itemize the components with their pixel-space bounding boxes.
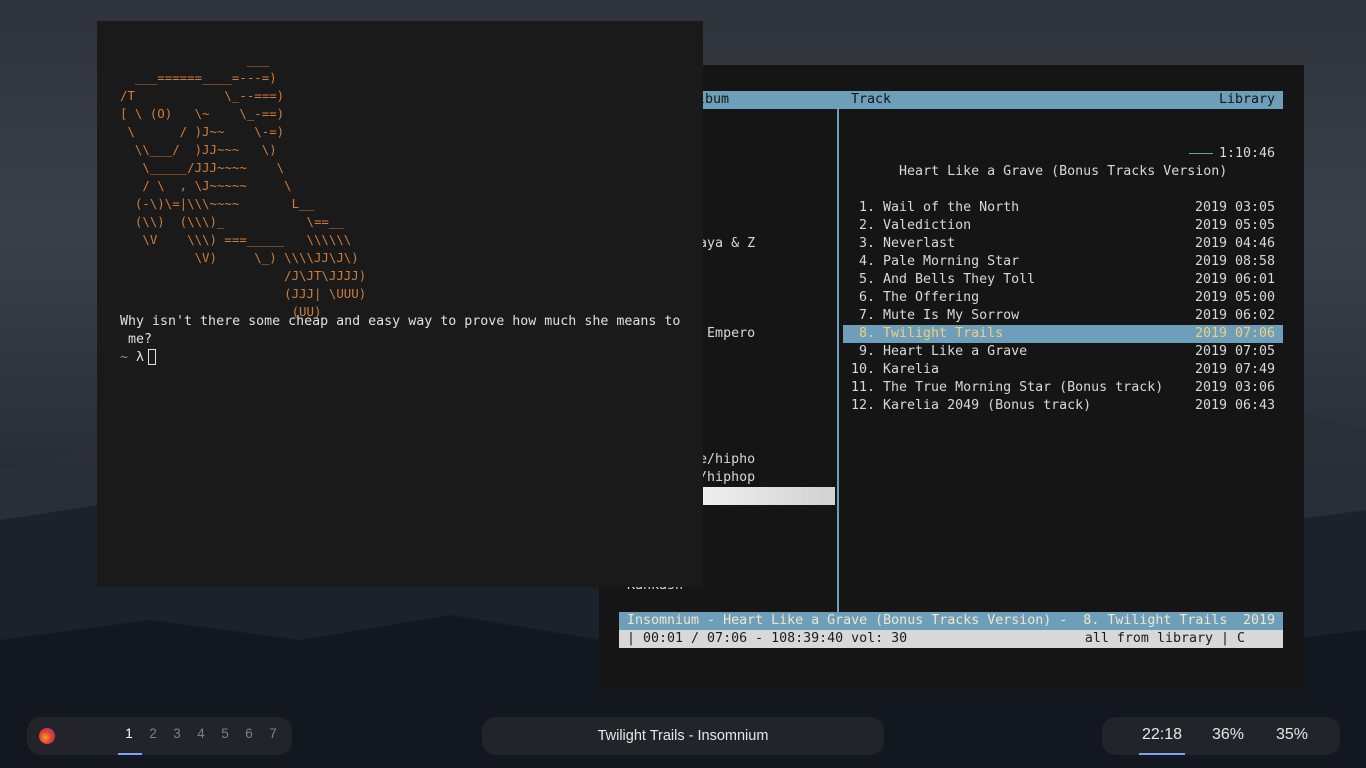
track-title: 4. Pale Morning Star bbox=[851, 254, 1020, 269]
now-playing-year: 2019 bbox=[1242, 613, 1275, 628]
ascii-line: \V \\\) ===_____ \\\\\\ bbox=[120, 232, 352, 247]
header-library: Library bbox=[1218, 92, 1275, 107]
track-year-length: 2019 08:58 bbox=[1194, 254, 1275, 269]
track-year-length: 2019 05:05 bbox=[1194, 218, 1275, 233]
playback-status-bar: | 00:01 / 07:06 - 108:39:40 vol: 30 all … bbox=[619, 630, 1283, 648]
track-year-length: 2019 06:01 bbox=[1194, 272, 1275, 287]
quote-line-1: Why isn't there some cheap and easy way … bbox=[120, 314, 681, 329]
track-title: 2. Valediction bbox=[851, 218, 972, 233]
workspace-bar: 1 2 3 4 5 6 7 bbox=[27, 717, 292, 755]
track-year-length: 2019 03:05 bbox=[1194, 200, 1275, 215]
track-title: 1. Wail of the North bbox=[851, 200, 1020, 215]
track-row[interactable]: 2. Valediction 2019 05:05 bbox=[843, 217, 1283, 235]
pane-divider bbox=[837, 109, 839, 613]
playback-position: | 00:01 / 07:06 - 108:39:40 vol: 30 bbox=[627, 631, 908, 646]
now-playing-bar: Insomnium - Heart Like a Grave (Bonus Tr… bbox=[619, 612, 1283, 630]
track-row[interactable]: 4. Pale Morning Star 2019 08:58 bbox=[843, 253, 1283, 271]
header-track: Track bbox=[851, 92, 892, 107]
ascii-line: \ / )J~~ \-=) bbox=[120, 124, 285, 139]
column-header: lbum Track Library bbox=[619, 91, 1283, 109]
quote-line-2: me? bbox=[120, 332, 153, 347]
track-year-length: 2019 04:46 bbox=[1194, 236, 1275, 251]
active-workspace-indicator bbox=[118, 753, 142, 755]
track-row[interactable]: 9. Heart Like a Grave 2019 07:05 bbox=[843, 343, 1283, 361]
album-title: Heart Like a Grave (Bonus Tracks Version… bbox=[899, 164, 1228, 179]
ascii-line: (-\)\=|\\\~~~~ L__ bbox=[120, 196, 314, 211]
track-list[interactable]: Heart Like a Grave (Bonus Tracks Version… bbox=[843, 109, 1283, 415]
status-bar: 22:18 36% 35% bbox=[1102, 717, 1340, 755]
track-row[interactable]: 8. Twilight Trails 2019 07:06 bbox=[843, 325, 1283, 343]
track-year-length: 2019 05:00 bbox=[1194, 290, 1275, 305]
track-year-length: 2019 07:05 bbox=[1194, 344, 1275, 359]
playback-mode: all from library | C bbox=[1084, 631, 1245, 646]
track-row[interactable]: 12. Karelia 2049 (Bonus track) 2019 06:43 bbox=[843, 397, 1283, 415]
ascii-line: \_____/JJJ~~~~ \ bbox=[120, 160, 285, 175]
ascii-line: [ \ (O) \~ \_-==) bbox=[120, 106, 285, 121]
stat-2: 35% bbox=[1276, 726, 1309, 743]
workspace-2[interactable]: 2 bbox=[148, 726, 158, 741]
cmus-window[interactable]: lbum Track Library n Reverse BamdadrfanT… bbox=[599, 65, 1304, 690]
window-title: Twilight Trails - Insomnium bbox=[597, 728, 769, 744]
flame-logo-icon[interactable] bbox=[39, 728, 55, 744]
track-year-length: 2019 07:49 bbox=[1194, 362, 1275, 377]
workspace-3[interactable]: 3 bbox=[172, 726, 182, 741]
ascii-art: ___ ___======____=---=) /T \_--===) [ \ (O… bbox=[120, 51, 366, 321]
track-title: 5. And Bells They Toll bbox=[851, 272, 1036, 287]
track-row[interactable]: 6. The Offering 2019 05:00 bbox=[843, 289, 1283, 307]
workspace-1[interactable]: 1 bbox=[124, 726, 134, 741]
track-row[interactable]: 5. And Bells They Toll 2019 06:01 bbox=[843, 271, 1283, 289]
track-title: 3. Neverlast bbox=[851, 236, 956, 251]
stat-1: 36% bbox=[1212, 726, 1245, 743]
shell-prompt[interactable]: ~ λ bbox=[120, 349, 157, 367]
track-row[interactable]: 11. The True Morning Star (Bonus track) 2… bbox=[843, 379, 1283, 397]
track-title: 9. Heart Like a Grave bbox=[851, 344, 1028, 359]
window-title-bar: Twilight Trails - Insomnium bbox=[482, 717, 884, 755]
album-heading: Heart Like a Grave (Bonus Tracks Version… bbox=[843, 145, 1283, 179]
track-title: 10. Karelia bbox=[851, 362, 940, 377]
track-title: 6. The Offering bbox=[851, 290, 980, 305]
ascii-line: /J\JT\JJJJ) bbox=[120, 268, 367, 283]
track-year-length: 2019 07:06 bbox=[1194, 326, 1275, 341]
workspace-6[interactable]: 6 bbox=[244, 726, 254, 741]
terminal-window[interactable]: ___ ___======____=---=) /T \_--===) [ \ (O… bbox=[97, 21, 703, 587]
clock-indicator bbox=[1139, 753, 1185, 755]
track-row[interactable]: 7. Mute Is My Sorrow 2019 06:02 bbox=[843, 307, 1283, 325]
track-row[interactable]: 1. Wail of the North 2019 03:05 bbox=[843, 199, 1283, 217]
ascii-line: (JJJ| \UUU) bbox=[120, 286, 367, 301]
track-title: 8. Twilight Trails bbox=[851, 326, 1004, 341]
ascii-line: \V) \_) \\\\JJ\J\) bbox=[120, 250, 359, 265]
track-title: 11. The True Morning Star (Bonus track) bbox=[851, 380, 1164, 395]
track-title: 7. Mute Is My Sorrow bbox=[851, 308, 1020, 323]
track-row[interactable]: 3. Neverlast 2019 04:46 bbox=[843, 235, 1283, 253]
workspace-7[interactable]: 7 bbox=[268, 726, 278, 741]
clock[interactable]: 22:18 bbox=[1142, 726, 1182, 744]
ascii-line: \\___/ )JJ~~~ \) bbox=[120, 142, 277, 157]
prompt-tilde: ~ bbox=[120, 350, 129, 365]
ascii-line: ___ bbox=[120, 52, 270, 67]
ascii-line: / \ , \J~~~~~ \ bbox=[120, 178, 292, 193]
track-year-length: 2019 06:43 bbox=[1194, 398, 1275, 413]
workspace-4[interactable]: 4 bbox=[196, 726, 206, 741]
ascii-line: (\\) (\\\)_ \==__ bbox=[120, 214, 344, 229]
track-year-length: 2019 06:02 bbox=[1194, 308, 1275, 323]
now-playing-text: Insomnium - Heart Like a Grave (Bonus Tr… bbox=[627, 613, 1228, 628]
text-cursor bbox=[148, 349, 157, 365]
prompt-symbol: λ bbox=[136, 350, 145, 365]
track-row[interactable]: 10. Karelia 2019 07:49 bbox=[843, 361, 1283, 379]
workspace-5[interactable]: 5 bbox=[220, 726, 230, 741]
track-year-length: 2019 03:06 bbox=[1194, 380, 1275, 395]
album-duration: 1:10:46 bbox=[1218, 146, 1275, 161]
ascii-line: ___======____=---=) bbox=[120, 70, 277, 85]
fortune-quote: Why isn't there some cheap and easy way … bbox=[120, 313, 690, 349]
ascii-line: /T \_--===) bbox=[120, 88, 285, 103]
track-title: 12. Karelia 2049 (Bonus track) bbox=[851, 398, 1092, 413]
